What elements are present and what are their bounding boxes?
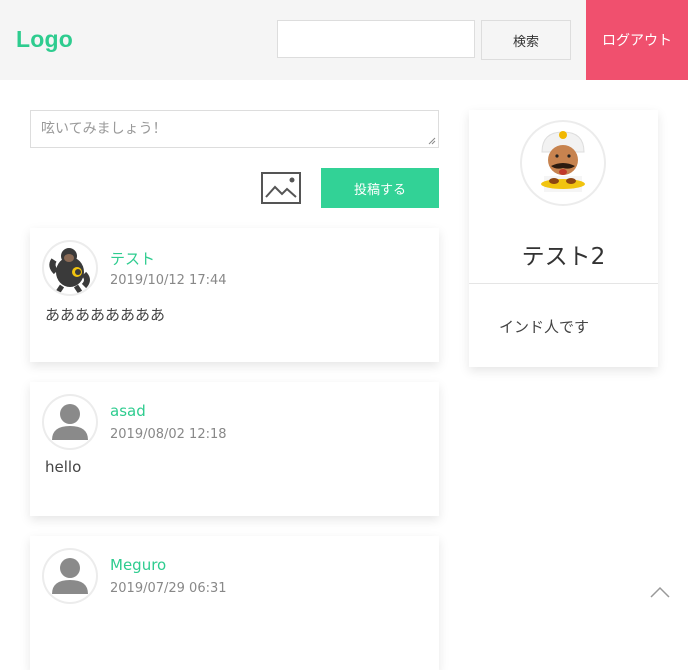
logo[interactable]: Logo xyxy=(16,26,73,53)
post-card: asad 2019/08/02 12:18 hello xyxy=(30,382,439,516)
post-body: ああああああああ xyxy=(45,306,166,324)
user-avatar-icon[interactable] xyxy=(44,550,96,602)
post-author[interactable]: Meguro xyxy=(110,556,166,574)
indian-chef-avatar-icon xyxy=(522,122,604,204)
profile-divider xyxy=(469,283,658,284)
post-author[interactable]: asad xyxy=(110,402,146,420)
profile-bio: インド人です xyxy=(499,318,590,336)
user-avatar-icon[interactable] xyxy=(44,396,96,448)
post-card: テスト 2019/10/12 17:44 ああああああああ xyxy=(30,228,439,362)
scroll-to-top-chevron-icon[interactable] xyxy=(649,585,671,599)
post-date: 2019/07/29 06:31 xyxy=(110,581,227,596)
logout-button[interactable]: ログアウト xyxy=(586,0,688,80)
search-button[interactable]: 検索 xyxy=(481,20,571,60)
gorilla-avatar-icon[interactable] xyxy=(44,242,96,294)
post-button[interactable]: 投稿する xyxy=(321,168,439,208)
search-input[interactable] xyxy=(277,20,475,58)
tweet-textarea[interactable]: 呟いてみましょう！ xyxy=(30,110,439,148)
header: Logo 検索 ログアウト xyxy=(0,0,688,80)
tweet-placeholder: 呟いてみましょう！ xyxy=(41,121,167,137)
profile-name: テスト2 xyxy=(521,244,606,270)
post-body: hello xyxy=(45,458,82,476)
post-date: 2019/10/12 17:44 xyxy=(110,273,227,288)
resize-handle-icon[interactable] xyxy=(428,137,436,145)
image-upload-icon[interactable] xyxy=(261,172,301,204)
post-card: Meguro 2019/07/29 06:31 xyxy=(30,536,439,670)
post-author[interactable]: テスト xyxy=(110,248,155,269)
post-date: 2019/08/02 12:18 xyxy=(110,427,227,442)
profile-card: テスト2 インド人です xyxy=(469,110,658,367)
